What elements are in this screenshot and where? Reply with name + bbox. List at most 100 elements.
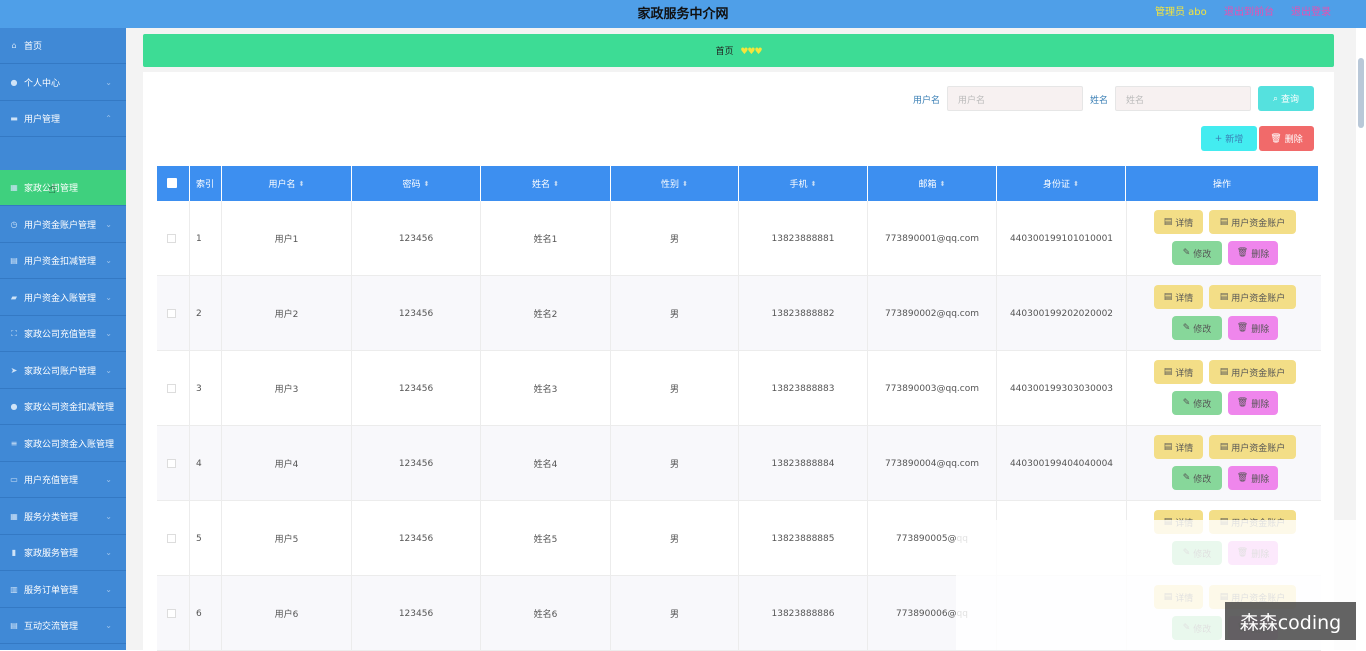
sidebar-item-profile[interactable]: ● 个人中心 ⌄ — [0, 65, 126, 101]
query-button[interactable]: ⌕ 查询 — [1258, 86, 1314, 111]
sort-icon: ⬍ — [1073, 179, 1079, 188]
chevron-down-icon: ⌄ — [105, 293, 112, 302]
sidebar-item-label: 家政服务管理 — [24, 549, 79, 559]
send-icon: ➤ — [10, 366, 18, 375]
edit-button[interactable]: ✎修改 — [1172, 241, 1222, 265]
search-icon: ⌕ — [1272, 93, 1279, 104]
cell-name: 姓名3 — [481, 351, 611, 426]
detail-button-label: 详情 — [1175, 293, 1194, 304]
select-all-checkbox[interactable] — [167, 178, 177, 188]
fund-account-button[interactable]: ▤用户资金账户 — [1209, 360, 1296, 384]
cell-phone: 13823888884 — [739, 426, 868, 501]
username-search-input[interactable]: 用户名 — [947, 86, 1083, 111]
scrollbar-thumb[interactable] — [1358, 58, 1364, 128]
breadcrumb-home[interactable]: 首页 — [715, 47, 733, 57]
table-header: 索引 用户名 ⬍ 密码 ⬍ 姓名 ⬍ 性别 ⬍ 手机 ⬍ 邮箱 ⬍ 身份证 ⬍ 操作 — [157, 166, 1318, 201]
back-to-front-link[interactable]: 退出到前台 — [1224, 3, 1274, 18]
row-checkbox[interactable] — [167, 309, 176, 318]
row-checkbox[interactable] — [167, 534, 176, 543]
sort-icon: ⬍ — [298, 179, 305, 188]
doc-icon: ▤ — [1219, 292, 1229, 302]
delete-button[interactable]: 🗑删除 — [1228, 316, 1278, 340]
chevron-up-icon: ⌃ — [105, 114, 112, 123]
plus-icon: + — [1214, 133, 1223, 144]
pencil-icon: ✎ — [1182, 473, 1191, 483]
sidebar-item-company-fund-deduct[interactable]: ● 家政公司资金扣减管理 — [0, 389, 126, 425]
sidebar-item-user-management[interactable]: ▬ 用户管理 ⌃ — [0, 101, 126, 137]
sidebar-item-service-category[interactable]: ▦ 服务分类管理 ⌄ — [0, 499, 126, 535]
table-row: 3 用户3 123456 姓名3 男 13823888883 773890003@qq.co… — [157, 351, 1321, 426]
add-button[interactable]: + 新增 — [1201, 126, 1257, 151]
cell-username: 用户5 — [222, 501, 352, 576]
fund-account-button[interactable]: ▤用户资金账户 — [1209, 285, 1296, 309]
fund-account-button[interactable]: ▤用户资金账户 — [1209, 210, 1296, 234]
edit-button-label: 修改 — [1193, 249, 1212, 260]
user-icon: ● — [10, 78, 18, 87]
sidebar-item-label: 服务分类管理 — [24, 513, 79, 523]
cell-gender: 男 — [611, 426, 739, 501]
fund-account-button-label: 用户资金账户 — [1231, 293, 1286, 304]
logout-link[interactable]: 退出登录 — [1291, 3, 1331, 18]
detail-button[interactable]: ▤详情 — [1154, 435, 1203, 459]
sidebar-item-company-recharge[interactable]: ⛶ 家政公司充值管理 ⌄ — [0, 316, 126, 352]
column-header-phone[interactable]: 手机 ⬍ — [739, 166, 868, 201]
name-label: 姓名 — [1090, 96, 1109, 106]
delete-button[interactable]: 🗑删除 — [1228, 241, 1278, 265]
row-select-cell — [157, 426, 190, 501]
sidebar-item-company-management[interactable]: ▦ 家政公司管理 — [0, 170, 126, 206]
chevron-down-icon: ⌄ — [105, 220, 112, 229]
column-header-email[interactable]: 邮箱 ⬍ — [868, 166, 997, 201]
cell-name: 姓名1 — [481, 201, 611, 276]
column-header-username[interactable]: 用户名 ⬍ — [222, 166, 352, 201]
edit-button[interactable]: ✎修改 — [1172, 466, 1222, 490]
cell-index: 3 — [190, 351, 222, 426]
sidebar-item-home[interactable]: ⌂ 首页 — [0, 28, 126, 64]
delete-button[interactable]: 🗑删除 — [1228, 391, 1278, 415]
delete-button[interactable]: 🗑删除 — [1228, 466, 1278, 490]
sidebar-item-label: 家政公司资金扣减管理 — [24, 403, 115, 413]
column-header-name[interactable]: 姓名 ⬍ — [481, 166, 611, 201]
batch-delete-button[interactable]: 🗑 删除 — [1259, 126, 1314, 151]
username-label: 用户名 — [913, 96, 941, 106]
name-search-input[interactable]: 姓名 — [1115, 86, 1251, 111]
detail-button[interactable]: ▤详情 — [1154, 360, 1203, 384]
column-header-actions: 操作 — [1212, 180, 1231, 190]
sidebar-item-user-fund-account[interactable]: ◷ 用户资金账户管理 ⌄ — [0, 207, 126, 243]
sidebar-item-home-service[interactable]: ▮ 家政服务管理 ⌄ — [0, 535, 126, 571]
vertical-scrollbar[interactable] — [1356, 28, 1366, 650]
column-header-gender[interactable]: 性别 ⬍ — [611, 166, 739, 201]
calendar-icon: ▤ — [10, 256, 18, 265]
edit-button[interactable]: ✎修改 — [1172, 316, 1222, 340]
chevron-down-icon: ⌄ — [105, 548, 112, 557]
chevron-down-icon: ⌄ — [105, 585, 112, 594]
query-button-label: 查询 — [1281, 95, 1300, 105]
sidebar-item-user-fund-income[interactable]: ▰ 用户资金入账管理 ⌄ — [0, 280, 126, 316]
fund-account-button[interactable]: ▤用户资金账户 — [1209, 435, 1296, 459]
sidebar-item-company-fund-income[interactable]: ≡ 家政公司资金入账管理 — [0, 426, 126, 462]
sidebar-item-company-account[interactable]: ➤ 家政公司账户管理 ⌄ — [0, 353, 126, 389]
edit-button[interactable]: ✎修改 — [1172, 391, 1222, 415]
sidebar-item-label: 个人中心 — [24, 79, 61, 89]
column-header-password[interactable]: 密码 ⬍ — [352, 166, 481, 201]
trash-icon: 🗑 — [1236, 398, 1249, 408]
doc-icon: ▤ — [1219, 367, 1229, 377]
table-row: 2 用户2 123456 姓名2 男 13823888882 773890002@qq.co… — [157, 276, 1321, 351]
cell-idcard: 440300199303030003 — [997, 351, 1127, 426]
sidebar-item-user-fund-deduct[interactable]: ▤ 用户资金扣减管理 ⌄ — [0, 243, 126, 279]
row-checkbox[interactable] — [167, 234, 176, 243]
chevron-down-icon: ⌄ — [105, 366, 112, 375]
chevron-down-icon: ⌄ — [105, 475, 112, 484]
cell-phone: 13823888881 — [739, 201, 868, 276]
detail-button[interactable]: ▤详情 — [1154, 285, 1203, 309]
sidebar-item-label: 首页 — [24, 42, 43, 52]
row-checkbox[interactable] — [167, 609, 176, 618]
row-select-cell — [157, 576, 190, 651]
column-header-idcard[interactable]: 身份证 ⬍ — [997, 166, 1126, 201]
row-checkbox[interactable] — [167, 459, 176, 468]
detail-button[interactable]: ▤详情 — [1154, 210, 1203, 234]
expand-icon: ⛶ — [11, 328, 17, 338]
row-checkbox[interactable] — [167, 384, 176, 393]
sidebar-item-service-order[interactable]: ▥ 服务订单管理 ⌄ — [0, 572, 126, 608]
sidebar-item-interaction[interactable]: ▤ 互动交流管理 ⌄ — [0, 608, 126, 644]
sidebar-item-user-recharge[interactable]: ▭ 用户充值管理 ⌄ — [0, 462, 126, 498]
